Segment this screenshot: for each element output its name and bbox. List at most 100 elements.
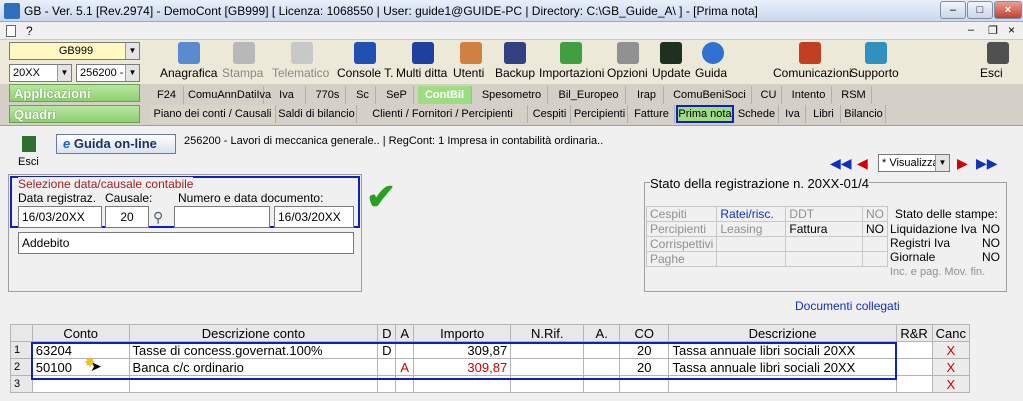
tab-app-sep[interactable]: SeP [380,86,414,104]
stampe-value: NO [982,222,1000,236]
anagrafica-button[interactable]: Anagrafica [160,40,218,82]
data-registrazione-field[interactable]: 16/03/20XX [18,206,102,228]
multi-ditta-button[interactable]: Multi ditta [396,40,450,82]
stampa-button[interactable]: Stampa [222,40,266,82]
causale-field[interactable]: 20 [105,206,149,228]
descrizione-field[interactable]: Addebito [18,232,354,254]
stampe-label: Registri Iva [890,236,951,250]
stato-cell: Cespiti [645,206,718,222]
address-book-icon [178,42,200,64]
backup-button[interactable]: Backup [495,40,535,82]
column-header: Descrizione [668,324,897,342]
code-select[interactable]: 256200 - ▼ [76,64,140,82]
stato-cell: Percipienti [645,221,718,237]
search-icon[interactable]: ⚲ [153,210,167,224]
guida-online-button[interactable]: e Guida on-line [56,134,176,154]
utenti-button[interactable]: Utenti [453,40,489,82]
tab-app-rsm[interactable]: RSM [836,86,872,104]
quadri-tabs: Piano dei conti / Causali Saldi di bilanc… [150,105,900,123]
tab-quadri-3[interactable]: Cespiti [529,105,571,123]
tab-app-spesometro[interactable]: Spesometro [476,86,548,104]
tab-quadri-9[interactable]: Libri [807,105,841,123]
stato-cell [716,251,787,267]
monitor-icon [660,42,682,64]
stato-cell [861,236,889,252]
update-button[interactable]: Update [652,40,691,82]
tab-app-comubenisoci[interactable]: ComuBeniSoci [668,86,752,104]
tab-app-irap[interactable]: Irap [630,86,664,104]
supporto-button[interactable]: Supporto [850,40,902,82]
tab-app-contbil[interactable]: ContBil [418,86,472,104]
importazioni-button[interactable]: Importazioni [539,40,604,82]
tab-app-iva[interactable]: Iva [268,86,306,104]
prev-record-icon[interactable]: ◀ [857,155,868,172]
tab-app-f24[interactable]: F24 [150,86,184,104]
year-select[interactable]: 20XX ▼ [9,64,72,82]
table-cell [895,358,933,376]
stampe-row: Giornale NO [890,250,1006,264]
panel-esci-button[interactable]: Esci [12,134,46,172]
stato-row: Paghe [645,251,889,267]
documenti-collegati-link[interactable]: Documenti collegati [795,299,900,313]
tab-quadri-8[interactable]: Iva [780,105,806,123]
toolbar-label: Utenti [453,66,485,80]
mdi-close-icon[interactable]: × [1008,23,1015,37]
tab-quadri-10[interactable]: Bilancio [842,105,886,123]
sparkle-icon: ✸ [84,354,96,370]
delete-row-button[interactable]: X [931,341,971,359]
company-select[interactable]: GB999 ▼ [9,42,140,60]
data-documento-field[interactable]: 16/03/20XX [274,206,354,228]
telematico-button[interactable]: Telematico [272,40,332,82]
next-record-icon[interactable]: ▶ [957,155,968,172]
column-header: Importo [413,324,512,342]
stampe-label: Liquidazione Iva [890,222,977,236]
tab-quadri-0[interactable]: Piano dei conti / Causali [150,105,276,123]
tab-quadri-1[interactable]: Saldi di bilancio [277,105,357,123]
tab-quadri-5[interactable]: Fatture [629,105,675,123]
mdi-restore-icon[interactable]: ❐ [988,24,998,37]
console-button[interactable]: Console T. [337,40,393,82]
stato-cell: DDT [785,206,863,222]
tab-quadri-2[interactable]: Clienti / Fornitori / Percipienti [358,105,528,123]
stato-cell: NO [861,206,889,222]
feather-icon [291,42,313,64]
tab-quadri-7[interactable]: Schede [735,105,779,123]
toolbar-label: Telematico [272,66,330,80]
tab-app-intento[interactable]: Intento [786,86,832,104]
delete-row-button[interactable]: X [931,375,971,393]
first-record-icon[interactable]: ◀◀ [830,155,852,172]
stampe-label: Giornale [890,250,936,264]
table-cell: 3 [10,375,33,393]
delete-row-button[interactable]: X [931,358,971,376]
toolbar-label: Backup [495,66,536,80]
apps-tabs: F24 ComuAnnDatiIva Iva 770s Sc SeP ContBil Spes… [150,86,900,104]
esci-button[interactable]: Esci [980,40,1016,82]
tab-app-comuanndatiiva[interactable]: ComuAnnDatiIva [188,86,271,104]
help-menu[interactable]: ? [26,24,33,38]
guida-button[interactable]: Guida [695,40,731,82]
tab-app-770s[interactable]: 770s [310,86,346,104]
tab-quadri-4[interactable]: Percipienti [572,105,628,123]
stampe-row: Inc. e pag. Mov. fin. [890,264,1006,278]
numero-documento-field[interactable] [174,206,270,228]
tab-app-bil_europeo[interactable]: Bil_Europeo [552,86,626,104]
chevron-down-icon: ▼ [125,43,139,59]
last-record-icon[interactable]: ▶▶ [976,155,998,172]
code-value: 256200 - [80,67,124,79]
tab-app-cu[interactable]: CU [756,86,782,104]
year-value: 20XX [13,67,40,79]
tab-quadri-6[interactable]: Prima nota [676,105,734,123]
tab-app-sc[interactable]: Sc [350,86,376,104]
mdi-minimize-icon[interactable]: – [968,24,974,36]
close-button[interactable]: × [994,1,1022,19]
toolbar-label: Update [652,66,691,80]
minimize-button[interactable]: – [940,1,966,19]
column-header: N.Rif. [510,324,585,342]
visualizza-select[interactable]: * Visualizza ▼ [878,154,950,172]
visualizza-value: * Visualizza [882,157,939,169]
opzioni-button[interactable]: Opzioni [607,40,649,82]
toolbar-label: Guida [695,66,728,80]
menu-bar: ? – ❐ × [0,22,1023,40]
comunicazioni-button[interactable]: Comunicazioni [773,40,852,82]
maximize-button[interactable]: □ [967,1,993,19]
